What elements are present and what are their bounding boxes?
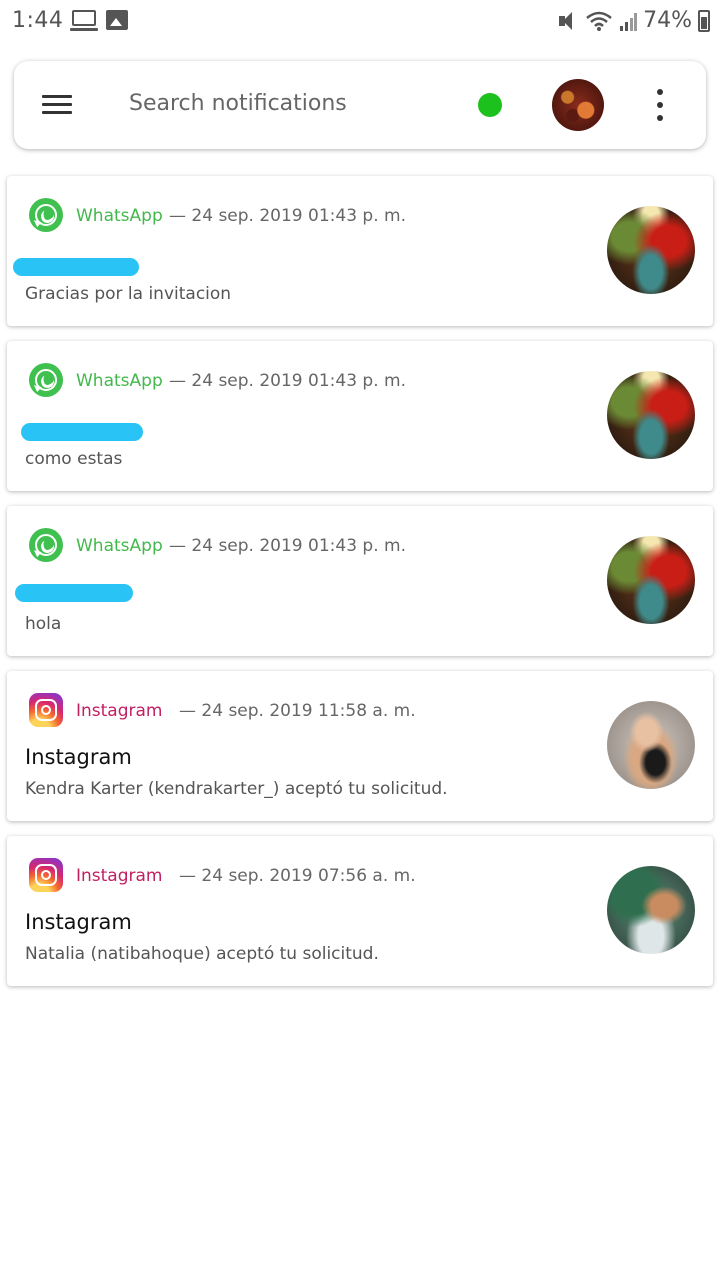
notification-body: Gracias por la invitacion	[25, 284, 232, 304]
instagram-icon	[29, 693, 63, 727]
app-name: WhatsApp	[76, 536, 163, 556]
menu-icon[interactable]	[42, 95, 72, 115]
notification-time: — 24 sep. 2019 11:58 a. m.	[179, 701, 416, 721]
avatar[interactable]	[552, 79, 604, 131]
status-right-group: 74%	[557, 8, 710, 33]
app-name: WhatsApp	[76, 206, 163, 226]
contact-thumbnail	[607, 701, 695, 789]
notification-card[interactable]: WhatsApp — 24 sep. 2019 01:43 p. m. como…	[7, 341, 713, 491]
notification-time: — 24 sep. 2019 01:43 p. m.	[169, 206, 406, 226]
instagram-icon	[29, 858, 63, 892]
battery-percent: 74%	[643, 8, 692, 33]
app-name: WhatsApp	[76, 371, 163, 391]
notification-body: como estas	[25, 449, 123, 469]
redacted-sender	[15, 584, 133, 602]
status-time: 1:44	[12, 8, 64, 33]
more-options-icon[interactable]	[656, 89, 664, 123]
battery-icon	[698, 9, 710, 32]
search-input[interactable]: Search notifications	[129, 91, 347, 116]
notification-body: Kendra Karter (kendrakarter_) aceptó tu …	[25, 779, 448, 799]
notification-title: Instagram	[25, 745, 132, 769]
whatsapp-icon	[29, 528, 63, 562]
image-icon	[106, 10, 128, 30]
status-bar: 1:44 74%	[0, 0, 720, 44]
app-name: Instagram	[76, 866, 163, 886]
app-name: Instagram	[76, 701, 163, 721]
laptop-icon	[72, 10, 96, 26]
wifi-icon	[585, 10, 613, 32]
notification-body: hola	[25, 614, 62, 634]
whatsapp-icon	[29, 363, 63, 397]
contact-thumbnail	[607, 536, 695, 624]
contact-thumbnail	[607, 866, 695, 954]
whatsapp-icon	[29, 198, 63, 232]
notification-card[interactable]: WhatsApp — 24 sep. 2019 01:43 p. m. hola	[7, 506, 713, 656]
notification-time: — 24 sep. 2019 01:43 p. m.	[169, 536, 406, 556]
notification-time: — 24 sep. 2019 07:56 a. m.	[179, 866, 416, 886]
signal-icon	[619, 10, 638, 32]
notification-title: Instagram	[25, 910, 132, 934]
laptop-base	[70, 28, 98, 31]
notification-body: Natalia (natibahoque) aceptó tu solicitu…	[25, 944, 379, 964]
redacted-sender	[13, 258, 139, 276]
contact-thumbnail	[607, 371, 695, 459]
contact-thumbnail	[607, 206, 695, 294]
notification-card[interactable]: Instagram — 24 sep. 2019 11:58 a. m. Ins…	[7, 671, 713, 821]
notification-card[interactable]: Instagram — 24 sep. 2019 07:56 a. m. Ins…	[7, 836, 713, 986]
notification-time: — 24 sep. 2019 01:43 p. m.	[169, 371, 406, 391]
search-bar: Search notifications	[14, 61, 706, 149]
status-dot	[478, 93, 502, 117]
redacted-sender	[21, 423, 143, 441]
mute-icon	[557, 10, 579, 32]
notification-card[interactable]: WhatsApp — 24 sep. 2019 01:43 p. m. Grac…	[7, 176, 713, 326]
